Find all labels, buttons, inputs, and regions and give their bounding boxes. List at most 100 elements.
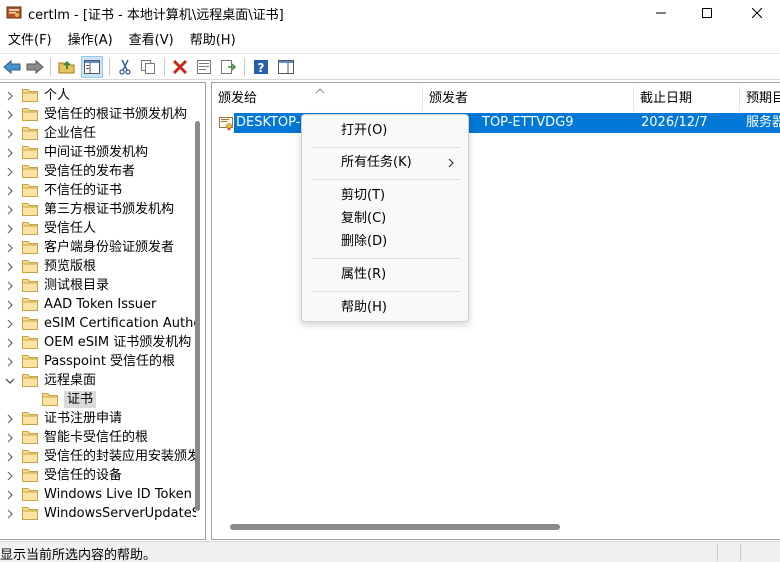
column-intended-purposes[interactable]: 预期目 — [740, 87, 780, 111]
tree-item[interactable]: 第三方根证书颁发机构 — [0, 200, 196, 219]
chevron-right-icon[interactable] — [4, 333, 16, 352]
window-title: certlm - [证书 - 本地计算机\远程桌面\证书] — [28, 8, 284, 23]
column-expiration-date[interactable]: 截止日期 — [634, 87, 740, 111]
console-tree[interactable]: 个人 受信任的根证书颁发机构企业信任中间证书颁发机构受信任的发布者 不信任的证书 第三… — [0, 82, 206, 540]
tree-vertical-scrollbar[interactable] — [193, 83, 203, 523]
tree-item[interactable]: eSIM Certification Author — [0, 314, 196, 333]
tree-item[interactable]: 智能卡受信任的根 — [0, 428, 196, 447]
tree-item[interactable]: 预览版根 — [0, 257, 196, 276]
tree-item[interactable]: 企业信任 — [0, 124, 196, 143]
folder-icon — [22, 203, 38, 216]
tree-item-label: 远程桌面 — [44, 373, 97, 388]
help-button[interactable]: ? — [250, 56, 272, 78]
chevron-right-icon[interactable] — [4, 181, 16, 200]
close-button[interactable] — [734, 0, 780, 26]
context-open[interactable]: 打开(O) — [302, 120, 468, 142]
context-delete[interactable]: 删除(D) — [302, 231, 468, 253]
tree-item[interactable]: WindowsServerUpdateSe — [0, 504, 196, 523]
tree-item[interactable]: Passpoint 受信任的根 — [0, 352, 196, 371]
tree-item-label: 企业信任 — [44, 126, 97, 141]
chevron-right-icon[interactable] — [4, 295, 16, 314]
tree-item[interactable]: 客户端身份验证颁发者 — [0, 238, 196, 257]
tree-item[interactable]: 个人 — [0, 86, 196, 105]
delete-button[interactable] — [169, 56, 191, 78]
folder-icon — [22, 450, 38, 463]
context-help[interactable]: 帮助(H) — [302, 297, 468, 319]
tree-item[interactable]: Windows Live ID Token Is — [0, 485, 196, 504]
status-divider — [717, 544, 718, 561]
chevron-right-icon[interactable] — [4, 105, 16, 124]
chevron-right-icon[interactable] — [4, 466, 16, 485]
cell-issued-to: DESKTOP-E — [236, 115, 306, 130]
help-icon: ? — [254, 60, 268, 75]
forward-button[interactable] — [24, 56, 46, 78]
chevron-right-icon[interactable] — [4, 447, 16, 466]
tree-item[interactable]: OEM eSIM 证书颁发机构 — [0, 333, 196, 352]
chevron-right-icon[interactable] — [4, 143, 16, 162]
up-one-level-button[interactable] — [56, 56, 78, 78]
chevron-right-icon[interactable] — [4, 124, 16, 143]
tree-item[interactable]: 受信任的发布者 — [0, 162, 196, 181]
tree-item[interactable]: 远程桌面 — [0, 371, 196, 390]
cut-button[interactable] — [114, 56, 136, 78]
tree-item[interactable]: 不信任的证书 — [0, 181, 196, 200]
back-button[interactable] — [1, 56, 23, 78]
chevron-right-icon[interactable] — [4, 200, 16, 219]
menu-action[interactable]: 操作(A) — [60, 30, 121, 52]
tree-item[interactable]: 受信任的根证书颁发机构 — [0, 105, 196, 124]
copy-button[interactable] — [137, 56, 159, 78]
menu-help[interactable]: 帮助(H) — [182, 30, 244, 52]
certificate-list[interactable]: 颁发给 颁发者 截止日期 预期目 DESKTOP-E TOP-ETTVDG9 2… — [211, 82, 780, 540]
chevron-right-icon[interactable] — [4, 428, 16, 447]
list-horizontal-scrollbar[interactable] — [230, 524, 560, 530]
tree-item[interactable]: 中间证书颁发机构 — [0, 143, 196, 162]
context-copy[interactable]: 复制(C) — [302, 208, 468, 230]
column-issued-to[interactable]: 颁发给 — [212, 87, 423, 111]
chevron-right-icon[interactable] — [4, 485, 16, 504]
tree-item[interactable]: 受信任的设备 — [0, 466, 196, 485]
column-issued-by[interactable]: 颁发者 — [423, 87, 634, 111]
context-all-tasks[interactable]: 所有任务(K) — [302, 152, 468, 174]
tree-item[interactable]: 证书 — [0, 390, 196, 409]
chevron-down-icon[interactable] — [4, 371, 16, 390]
delete-icon — [172, 59, 188, 75]
properties-button[interactable] — [193, 56, 215, 78]
export-list-button[interactable] — [217, 56, 239, 78]
chevron-right-icon[interactable] — [4, 86, 16, 105]
chevron-right-icon[interactable] — [4, 409, 16, 428]
folder-icon — [22, 374, 38, 387]
context-cut[interactable]: 剪切(T) — [302, 185, 468, 207]
chevron-right-icon[interactable] — [4, 162, 16, 181]
action-pane-button[interactable] — [275, 56, 297, 78]
tree-item[interactable]: 证书注册申请 — [0, 409, 196, 428]
tree-item[interactable]: 受信任人 — [0, 219, 196, 238]
scrollbar-thumb[interactable] — [195, 121, 200, 511]
chevron-right-icon[interactable] — [4, 257, 16, 276]
maximize-button[interactable] — [684, 0, 730, 26]
chevron-right-icon[interactable] — [4, 219, 16, 238]
chevron-right-icon[interactable] — [4, 504, 16, 523]
minimize-button[interactable] — [638, 0, 684, 26]
chevron-right-icon[interactable] — [4, 314, 16, 333]
folder-icon — [22, 469, 38, 482]
chevron-right-icon[interactable] — [4, 238, 16, 257]
menu-view[interactable]: 查看(V) — [121, 30, 182, 52]
table-row[interactable]: DESKTOP-E TOP-ETTVDG9 2026/12/7 服务器 — [214, 113, 780, 133]
menu-file[interactable]: 文件(F) — [0, 30, 60, 52]
tree-item[interactable]: 受信任的封装应用安装颁发 — [0, 447, 196, 466]
chevron-right-icon[interactable] — [4, 276, 16, 295]
show-hide-tree-button[interactable] — [81, 56, 103, 78]
tree-item-label: WindowsServerUpdateSe — [44, 506, 196, 521]
sort-ascending-icon — [315, 88, 325, 94]
tree-item[interactable]: 测试根目录 — [0, 276, 196, 295]
folder-icon — [22, 488, 38, 501]
toolbar: ? — [0, 53, 780, 80]
chevron-right-icon[interactable] — [4, 352, 16, 371]
tree-item-label: 测试根目录 — [44, 278, 110, 293]
folder-icon — [22, 336, 38, 349]
tree-item-label: 中间证书颁发机构 — [44, 145, 149, 160]
context-separator — [312, 179, 460, 180]
context-properties[interactable]: 属性(R) — [302, 264, 468, 286]
status-divider — [740, 544, 741, 561]
tree-item[interactable]: AAD Token Issuer — [0, 295, 196, 314]
